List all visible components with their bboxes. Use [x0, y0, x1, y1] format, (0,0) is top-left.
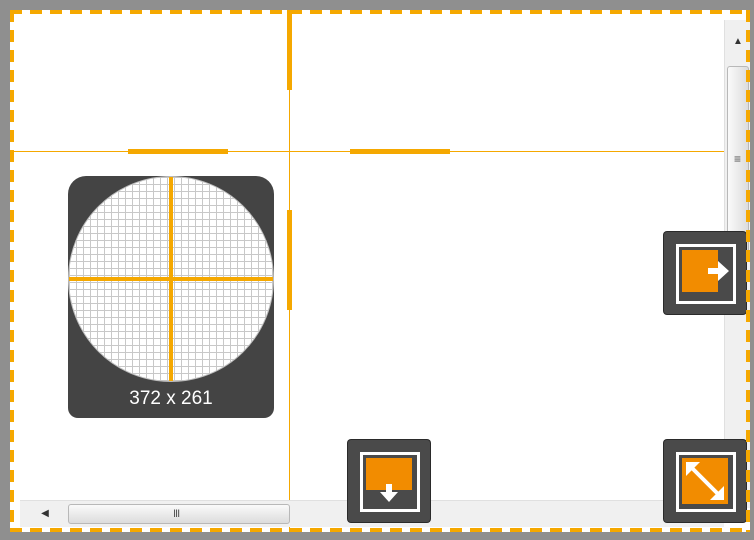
- horizontal-grip-icon: III: [173, 508, 180, 520]
- capture-expand-right-button[interactable]: [664, 232, 746, 314]
- capture-border-bottom: [10, 528, 750, 532]
- capture-expand-down-button[interactable]: [348, 440, 430, 522]
- magnifier-lens: [68, 176, 274, 382]
- capture-expand-both-button[interactable]: [664, 440, 746, 522]
- scroll-left-arrow-icon[interactable]: ◀: [36, 501, 54, 527]
- crosshair-bottom-bar: [287, 210, 292, 310]
- vertical-grip-icon: ≡: [734, 152, 742, 166]
- capture-region[interactable]: 372 x 261 ▲ ≡ ◀ III: [10, 10, 750, 532]
- capture-border-right: [746, 10, 750, 532]
- expand-down-icon: [366, 458, 412, 502]
- capture-size-label: 372 x 261: [129, 388, 213, 409]
- horizontal-scroll-thumb[interactable]: III: [68, 504, 290, 524]
- magnifier: 372 x 261: [68, 176, 274, 418]
- crosshair-top-bar: [287, 10, 292, 90]
- expand-right-icon: [682, 250, 729, 292]
- capture-border-left: [10, 10, 14, 532]
- expand-both-icon: [682, 458, 728, 504]
- lens-vertical-line: [169, 177, 173, 381]
- crosshair-left-bar: [128, 149, 228, 154]
- capture-border-top: [10, 10, 750, 14]
- crosshair-right-bar: [350, 149, 450, 154]
